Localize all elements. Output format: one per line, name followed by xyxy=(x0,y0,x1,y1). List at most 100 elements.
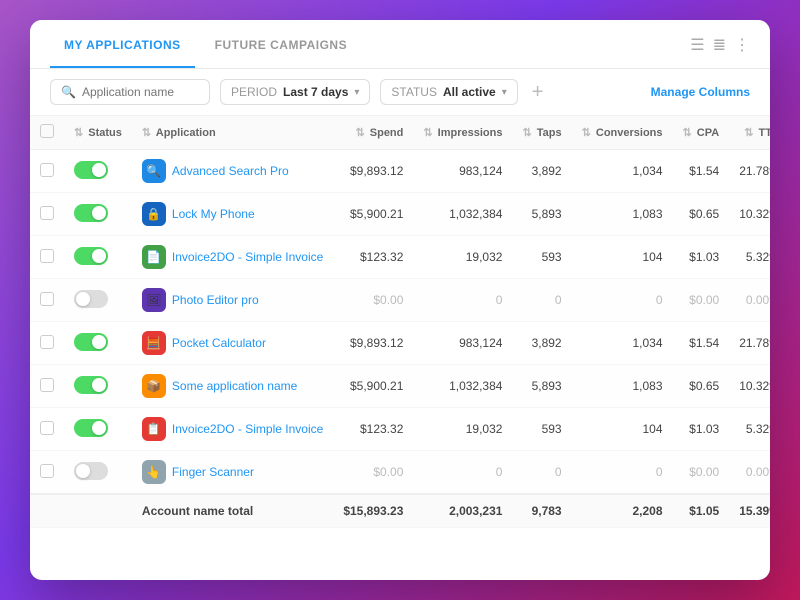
app-icon: 🧮 xyxy=(142,331,166,355)
row-status[interactable] xyxy=(64,279,132,322)
list-view-icon-2[interactable]: ≣ xyxy=(713,38,726,54)
row-impressions: 0 xyxy=(413,279,512,322)
row-checkbox-cell xyxy=(30,193,64,236)
row-checkbox[interactable] xyxy=(40,292,54,306)
table-row: 🖼 Photo Editor pro $0.00 0 0 0 $0.00 0.0… xyxy=(30,279,770,322)
row-application[interactable]: 🖼 Photo Editor pro xyxy=(132,279,333,322)
row-impressions: 1,032,384 xyxy=(413,365,512,408)
row-status[interactable] xyxy=(64,408,132,451)
row-spend: $123.32 xyxy=(333,408,413,451)
row-impressions: 983,124 xyxy=(413,322,512,365)
app-name-link[interactable]: Invoice2DO - Simple Invoice xyxy=(172,422,323,436)
row-checkbox[interactable] xyxy=(40,335,54,349)
row-application[interactable]: 📄 Invoice2DO - Simple Invoice xyxy=(132,236,333,279)
footer-label: Account name total xyxy=(132,494,333,528)
row-checkbox-cell xyxy=(30,236,64,279)
list-view-icon-1[interactable]: ☰ xyxy=(690,38,704,54)
row-ttr: 0.00% xyxy=(729,279,770,322)
status-filter[interactable]: STATUS All active ▾ xyxy=(380,79,517,105)
row-conversions: 1,083 xyxy=(572,365,673,408)
row-application[interactable]: 📋 Invoice2DO - Simple Invoice xyxy=(132,408,333,451)
row-taps: 593 xyxy=(512,236,571,279)
row-application[interactable]: 👆 Finger Scanner xyxy=(132,451,333,495)
app-icon: 🔒 xyxy=(142,202,166,226)
footer-taps: 9,783 xyxy=(512,494,571,528)
row-conversions: 104 xyxy=(572,236,673,279)
period-filter[interactable]: PERIOD Last 7 days ▾ xyxy=(220,79,370,105)
app-name-link[interactable]: Photo Editor pro xyxy=(172,293,259,307)
app-name-link[interactable]: Invoice2DO - Simple Invoice xyxy=(172,250,323,264)
tab-future-campaigns[interactable]: FUTURE CAMPAIGNS xyxy=(201,20,361,68)
header-impressions[interactable]: ⇅ Impressions xyxy=(413,116,512,150)
row-ttr: 0.00% xyxy=(729,451,770,495)
row-application[interactable]: 📦 Some application name xyxy=(132,365,333,408)
table-row: 🧮 Pocket Calculator $9,893.12 983,124 3,… xyxy=(30,322,770,365)
row-spend: $123.32 xyxy=(333,236,413,279)
app-icon: 🖼 xyxy=(142,288,166,312)
row-application[interactable]: 🔍 Advanced Search Pro xyxy=(132,150,333,193)
row-taps: 593 xyxy=(512,408,571,451)
app-icon: 👆 xyxy=(142,460,166,484)
table-row: 🔒 Lock My Phone $5,900.21 1,032,384 5,89… xyxy=(30,193,770,236)
app-name-link[interactable]: Some application name xyxy=(172,379,297,393)
row-ttr: 5.32% xyxy=(729,236,770,279)
row-impressions: 983,124 xyxy=(413,150,512,193)
row-spend: $9,893.12 xyxy=(333,150,413,193)
row-status[interactable] xyxy=(64,236,132,279)
search-input[interactable] xyxy=(82,85,192,99)
row-checkbox[interactable] xyxy=(40,206,54,220)
row-impressions: 0 xyxy=(413,451,512,495)
row-conversions: 1,083 xyxy=(572,193,673,236)
row-conversions: 0 xyxy=(572,279,673,322)
row-status[interactable] xyxy=(64,451,132,495)
header-application[interactable]: ⇅ Application xyxy=(132,116,333,150)
header-taps[interactable]: ⇅ Taps xyxy=(512,116,571,150)
row-checkbox[interactable] xyxy=(40,249,54,263)
row-conversions: 1,034 xyxy=(572,322,673,365)
row-spend: $5,900.21 xyxy=(333,365,413,408)
row-application[interactable]: 🧮 Pocket Calculator xyxy=(132,322,333,365)
header-cpa[interactable]: ⇅ CPA xyxy=(673,116,730,150)
app-icon: 📦 xyxy=(142,374,166,398)
header-conversions[interactable]: ⇅ Conversions xyxy=(572,116,673,150)
app-icon: 🔍 xyxy=(142,159,166,183)
row-spend: $0.00 xyxy=(333,279,413,322)
app-name-link[interactable]: Advanced Search Pro xyxy=(172,164,289,178)
row-cpa: $1.54 xyxy=(673,322,730,365)
add-button[interactable]: + xyxy=(528,82,548,102)
row-cpa: $1.54 xyxy=(673,150,730,193)
table-header-row: ⇅ Status ⇅ Application ⇅ Spend ⇅ Impress… xyxy=(30,116,770,150)
row-cpa: $1.03 xyxy=(673,408,730,451)
row-checkbox[interactable] xyxy=(40,421,54,435)
select-all-checkbox[interactable] xyxy=(40,124,54,138)
row-taps: 0 xyxy=(512,279,571,322)
manage-columns-button[interactable]: Manage Columns xyxy=(651,85,750,99)
header-status[interactable]: ⇅ Status xyxy=(64,116,132,150)
app-name-link[interactable]: Pocket Calculator xyxy=(172,336,266,350)
row-cpa: $1.03 xyxy=(673,236,730,279)
row-checkbox[interactable] xyxy=(40,163,54,177)
table-row: 📦 Some application name $5,900.21 1,032,… xyxy=(30,365,770,408)
app-name-link[interactable]: Lock My Phone xyxy=(172,207,255,221)
row-status[interactable] xyxy=(64,150,132,193)
tab-my-applications[interactable]: MY APPLICATIONS xyxy=(50,20,195,68)
list-view-icon-3[interactable]: ⋮ xyxy=(734,38,750,54)
row-conversions: 104 xyxy=(572,408,673,451)
row-checkbox[interactable] xyxy=(40,464,54,478)
row-impressions: 19,032 xyxy=(413,236,512,279)
search-box[interactable]: 🔍 xyxy=(50,79,210,105)
row-status[interactable] xyxy=(64,322,132,365)
row-checkbox[interactable] xyxy=(40,378,54,392)
row-status[interactable] xyxy=(64,193,132,236)
status-value: All active xyxy=(443,85,496,99)
row-checkbox-cell xyxy=(30,150,64,193)
main-card: MY APPLICATIONS FUTURE CAMPAIGNS ☰ ≣ ⋮ 🔍… xyxy=(30,20,770,580)
data-table-wrapper: ⇅ Status ⇅ Application ⇅ Spend ⇅ Impress… xyxy=(30,116,770,580)
header-spend[interactable]: ⇅ Spend xyxy=(333,116,413,150)
row-application[interactable]: 🔒 Lock My Phone xyxy=(132,193,333,236)
row-status[interactable] xyxy=(64,365,132,408)
header-ttr[interactable]: ⇅ TTR xyxy=(729,116,770,150)
tab-bar: MY APPLICATIONS FUTURE CAMPAIGNS ☰ ≣ ⋮ xyxy=(30,20,770,69)
app-name-link[interactable]: Finger Scanner xyxy=(172,465,254,479)
row-checkbox-cell xyxy=(30,279,64,322)
